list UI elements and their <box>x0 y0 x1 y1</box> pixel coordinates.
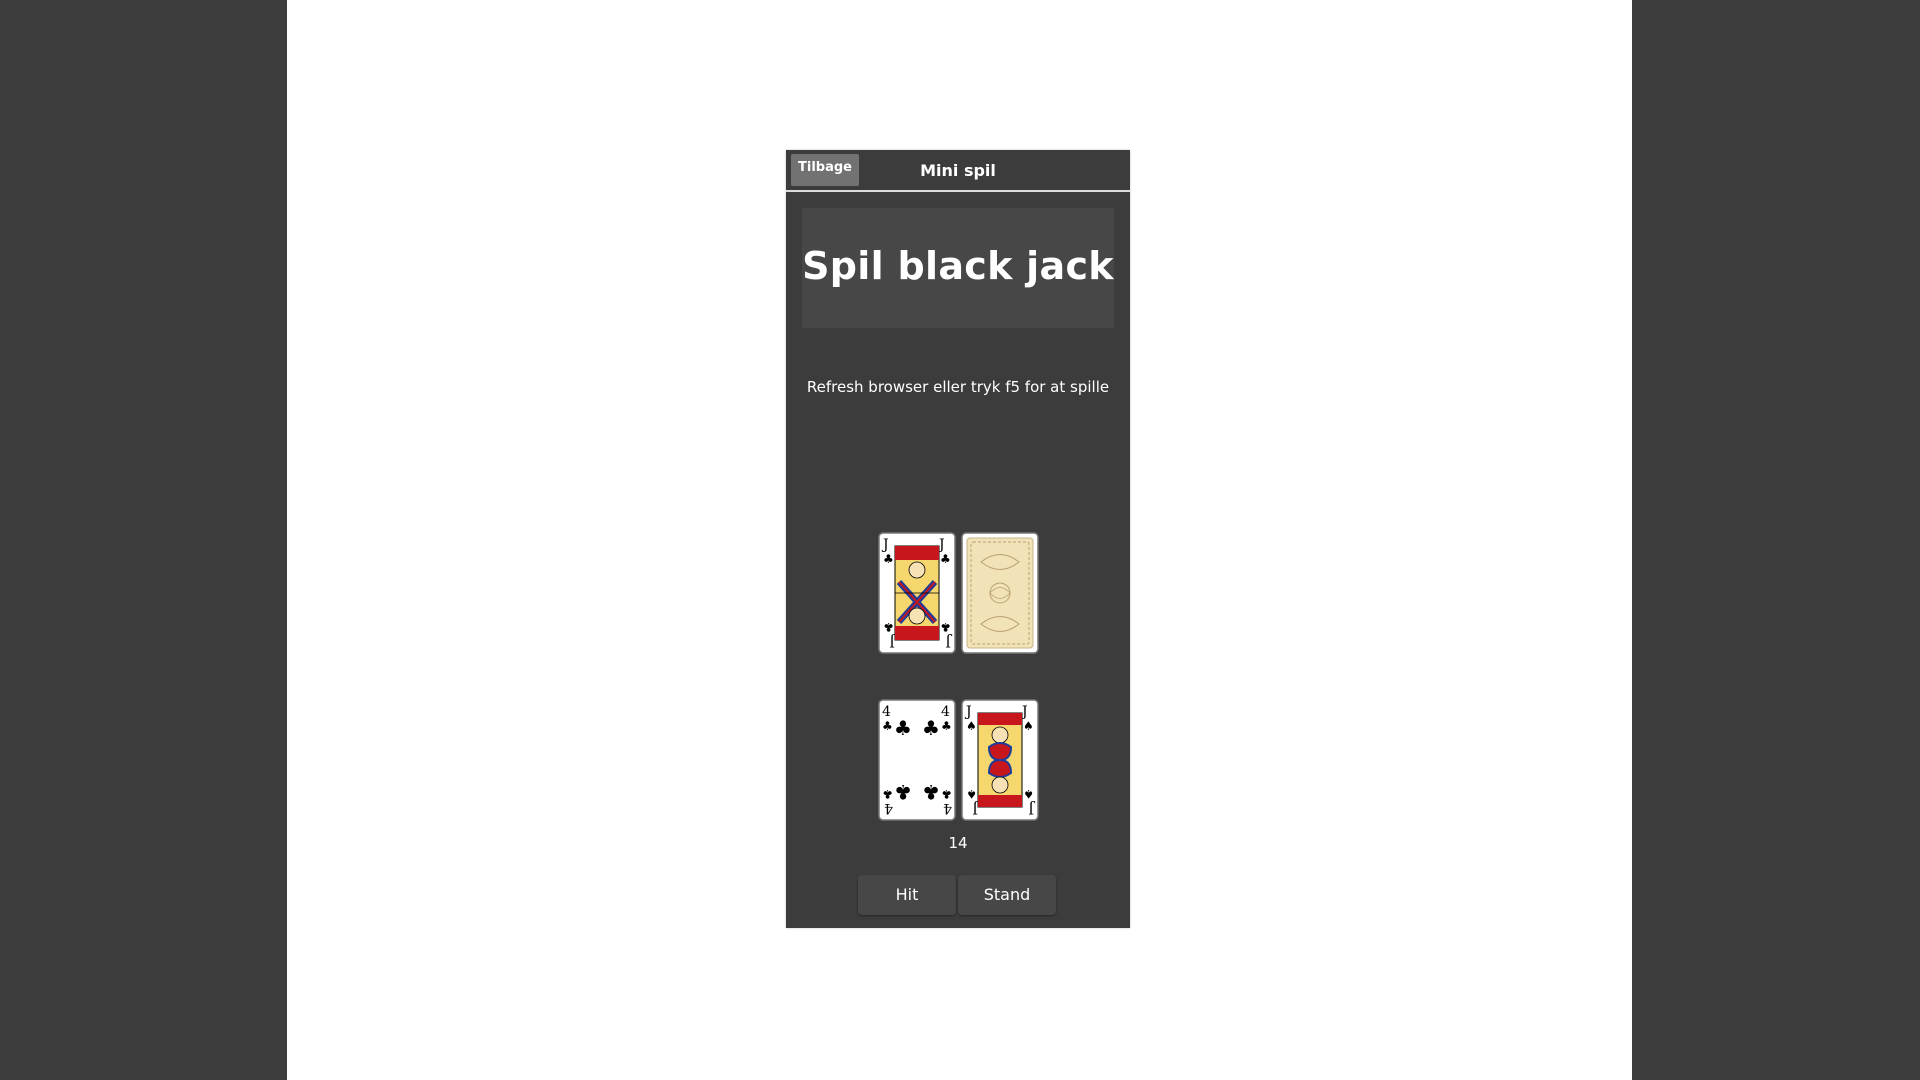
header-box: Spil black jack <box>802 208 1114 328</box>
page-title: Spil black jack <box>802 244 1114 288</box>
stand-button[interactable]: Stand <box>958 875 1056 915</box>
card-suit: ♣ <box>941 719 952 733</box>
player-hand: 4 ♣ 4 ♣ ♣ ♣ 4 ♣ 4 ♣ ♣ ♣ J ♠ J ♠ J ♠ J ♠ <box>786 699 1130 821</box>
card-jack-of-clubs: J ♣ J ♣ J ♣ J ♣ <box>877 532 956 654</box>
card-suit: ♣ <box>883 620 894 634</box>
card-pip: ♣ <box>922 716 940 740</box>
card-rank: 4 <box>943 800 952 816</box>
card-pip: ♣ <box>894 716 912 740</box>
card-pip: ♣ <box>922 780 940 804</box>
card-suit: ♣ <box>941 787 952 801</box>
card-suit: ♣ <box>882 787 893 801</box>
card-rank: 4 <box>884 800 893 816</box>
card-rank: J <box>1028 800 1036 816</box>
player-score: 14 <box>948 834 968 852</box>
app-panel: Tilbage Mini spil Spil black jack Refres… <box>786 150 1130 928</box>
card-suit: ♠ <box>966 719 977 733</box>
card-suit: ♠ <box>1023 787 1034 801</box>
card-rank: 4 <box>882 704 891 720</box>
card-suit: ♠ <box>1023 719 1034 733</box>
card-pip: ♣ <box>894 780 912 804</box>
action-buttons: Hit Stand <box>858 875 1056 915</box>
card-rank: 4 <box>941 704 950 720</box>
card-suit: ♣ <box>882 719 893 733</box>
card-back <box>960 532 1039 654</box>
app-title: Mini spil <box>920 161 996 180</box>
card-suit: ♣ <box>883 552 894 566</box>
card-suit: ♣ <box>940 552 951 566</box>
card-jack-of-spades: J ♠ J ♠ J ♠ J ♠ <box>960 699 1039 821</box>
top-bar: Tilbage Mini spil <box>786 150 1130 192</box>
card-suit: ♠ <box>966 787 977 801</box>
dealer-hand: J ♣ J ♣ J ♣ J ♣ <box>786 532 1130 654</box>
card-suit: ♣ <box>940 620 951 634</box>
hit-button[interactable]: Hit <box>858 875 956 915</box>
info-text: Refresh browser eller tryk f5 for at spi… <box>806 378 1110 396</box>
card-rank: J <box>945 633 953 649</box>
card-rank: J <box>964 704 972 720</box>
card-rank: J <box>881 537 889 553</box>
card-four-of-clubs: 4 ♣ 4 ♣ ♣ ♣ 4 ♣ 4 ♣ ♣ ♣ <box>877 699 956 821</box>
